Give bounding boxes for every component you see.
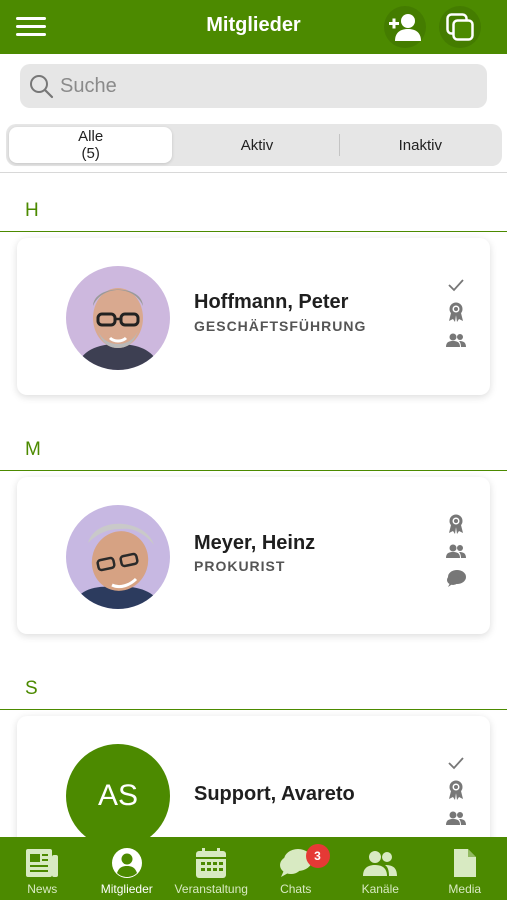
tab-inaktiv[interactable]: Inaktiv [338,124,502,166]
tab-label: Veranstaltung [174,882,248,896]
section-divider [0,231,507,232]
tab-label: Chats [280,882,312,896]
member-name: Meyer, Heinz [194,532,316,554]
tab-label: Media [448,882,482,896]
tab-label: Aktiv [240,136,274,154]
calendar-icon [195,847,227,879]
page-title: Mitglieder [206,14,301,36]
award-icon [445,779,467,801]
tab-veranstaltung[interactable]: Veranstaltung [169,837,254,900]
divider [0,172,507,173]
add-person-icon [389,14,421,41]
copy-icon [446,13,474,41]
document-icon [452,847,478,879]
tab-kanaele[interactable]: Kanäle [338,837,423,900]
tab-alle[interactable]: Alle (5) [9,127,173,163]
tab-label: Mitglieder [100,882,153,896]
group-icon [445,807,467,829]
award-icon [445,301,467,323]
person-circle-icon [111,847,143,879]
member-role: GESCHÄFTSFÜHRUNG [194,318,367,334]
add-member-button[interactable] [384,6,426,48]
member-name: Hoffmann, Peter [194,291,349,313]
tab-label: Alle [78,128,104,145]
copy-button[interactable] [439,6,481,48]
tab-label: Kanäle [361,882,399,896]
unread-badge: 3 [305,844,330,868]
app-header: Mitglieder [0,0,507,54]
group-icon [362,847,398,879]
bottom-tab-bar: News Mitglieder Veranstaltung 3 Chats Ka… [0,837,507,900]
member-role: PROKURIST [194,558,286,574]
member-filter-tabs: Alle (5) Aktiv Inaktiv [6,124,502,166]
check-icon [445,752,467,774]
divider [338,134,340,156]
search-icon [30,75,54,99]
tab-aktiv[interactable]: Aktiv [175,124,338,166]
search-area [0,54,507,116]
newspaper-icon [25,847,59,879]
section-divider [0,709,507,710]
tab-label: Inaktiv [398,136,442,154]
section-header-s: S [25,678,38,699]
award-icon [445,513,467,535]
member-card[interactable]: Hoffmann, Peter GESCHÄFTSFÜHRUNG [17,238,490,395]
search-input[interactable] [60,74,460,98]
section-header-m: M [25,439,41,460]
tab-count: (5) [81,145,100,162]
avatar [66,266,170,370]
check-icon [445,274,467,296]
member-name: Support, Avareto [194,783,355,805]
tab-mitglieder[interactable]: Mitglieder [85,837,170,900]
tab-news[interactable]: News [0,837,85,900]
avatar: AS [66,744,170,848]
chat-icon [445,568,467,590]
group-icon [445,540,467,562]
section-divider [0,470,507,471]
avatar [66,505,170,609]
member-card[interactable]: Meyer, Heinz PROKURIST [17,477,490,634]
section-header-h: H [25,200,39,221]
tab-label: News [27,882,58,896]
search-box[interactable] [20,64,487,108]
tab-media[interactable]: Media [423,837,507,900]
group-icon [445,329,467,351]
tab-chats[interactable]: 3 Chats [254,837,339,900]
